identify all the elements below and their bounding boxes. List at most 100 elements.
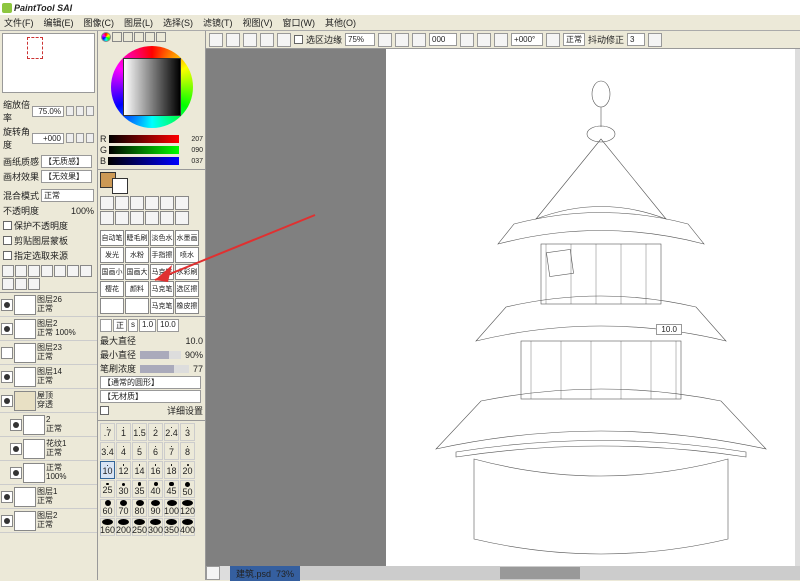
brush-tool-马克笔[interactable]: 马克笔	[150, 298, 174, 314]
brush-size-3.4[interactable]: 3.4	[100, 442, 115, 460]
brush-size-1.5[interactable]: 1.5	[132, 423, 147, 441]
canvas-scrollbar-v[interactable]	[795, 49, 800, 566]
brush-tool-睫毛刷[interactable]: 睫毛刷	[125, 230, 149, 246]
brush-size-70[interactable]: 70	[116, 499, 131, 517]
b-slider[interactable]	[108, 157, 179, 165]
brush-size-100[interactable]: 100	[164, 499, 179, 517]
brush-size-5[interactable]: 5	[132, 442, 147, 460]
brush-tool-手指擦[interactable]: 手指擦	[150, 247, 174, 263]
layer-visibility-icon[interactable]	[10, 443, 22, 455]
selection-source-checkbox[interactable]	[3, 251, 12, 260]
brush-tool-马克笔[interactable]: 马克笔	[150, 281, 174, 297]
zoom-input[interactable]	[32, 106, 64, 117]
brush-size-350[interactable]: 350	[164, 518, 179, 536]
brush-size-8[interactable]: 8	[180, 442, 195, 460]
brush-tool-樱花[interactable]: 樱花	[100, 281, 124, 297]
brush-edge-select[interactable]: 正	[113, 319, 127, 332]
rot-input[interactable]	[32, 133, 64, 144]
rot-reset-button[interactable]	[86, 133, 94, 143]
brush-size-18[interactable]: 18	[164, 461, 179, 479]
brush-aa-select[interactable]: s	[128, 319, 138, 332]
lasso-tool-icon[interactable]	[115, 196, 129, 210]
brush-size-120[interactable]: 120	[180, 499, 195, 517]
rgb-tab-icon[interactable]	[112, 32, 122, 42]
brush-tool-选区擦[interactable]: 选区擦	[175, 281, 199, 297]
layer-row[interactable]: 图层2正常	[0, 509, 97, 533]
brush-tool-橡皮擦[interactable]: 橡皮擦	[175, 298, 199, 314]
navigator-thumbnail[interactable]	[2, 33, 95, 93]
brush-tool-颜料[interactable]: 颜料	[125, 281, 149, 297]
layer-visibility-icon[interactable]	[10, 467, 22, 479]
brush-size-2.4[interactable]: 2.4	[164, 423, 179, 441]
brush-size-200[interactable]: 200	[116, 518, 131, 536]
layer-visibility-icon[interactable]	[1, 371, 13, 383]
scratchpad-tab-icon[interactable]	[156, 32, 166, 42]
layer-row[interactable]: 屋顶穿透	[0, 389, 97, 413]
zoom-tool-icon[interactable]	[160, 196, 174, 210]
layer-row[interactable]: 图层23正常	[0, 341, 97, 365]
menu-file[interactable]: 文件(F)	[4, 16, 34, 29]
bucket-tool-icon[interactable]	[130, 211, 144, 225]
brush-size-50[interactable]: 50	[180, 480, 195, 498]
brush-size-25[interactable]: 25	[100, 480, 115, 498]
menu-view[interactable]: 视图(V)	[243, 16, 273, 29]
rect-select-tool-icon[interactable]	[100, 196, 114, 210]
layer-row[interactable]: 图层2正常 100%	[0, 317, 97, 341]
brush-tool-淡色水[interactable]: 淡色水	[150, 230, 174, 246]
zoom-fit-button[interactable]	[412, 33, 426, 47]
blend-mode-select[interactable]: 正常	[41, 189, 94, 202]
canvas-paper[interactable]	[386, 49, 800, 569]
brush-size-14[interactable]: 14	[132, 461, 147, 479]
r-slider[interactable]	[109, 135, 180, 143]
legacy-pen-tool-icon[interactable]	[145, 211, 159, 225]
paper-material-select[interactable]: 【无效果】	[41, 170, 92, 183]
layer-visibility-icon[interactable]	[1, 347, 13, 359]
menu-image[interactable]: 图像(C)	[84, 16, 115, 29]
gray-tab-icon[interactable]	[134, 32, 144, 42]
brush-size-3[interactable]: 3	[180, 423, 195, 441]
density-slider[interactable]	[140, 365, 189, 373]
angle-input[interactable]	[429, 33, 457, 46]
angle2-input[interactable]	[511, 33, 543, 46]
clear-layer-icon[interactable]	[2, 278, 14, 290]
layer-visibility-icon[interactable]	[1, 515, 13, 527]
sel-opacity-input[interactable]	[345, 33, 375, 46]
brush-tool-喷水[interactable]: 喷水	[175, 247, 199, 263]
brush-tool-empty[interactable]	[125, 298, 149, 314]
new-folder-icon[interactable]	[28, 265, 40, 277]
move-up-icon[interactable]	[28, 278, 40, 290]
brush-size-1[interactable]: 1	[116, 423, 131, 441]
brush-size-250[interactable]: 250	[132, 518, 147, 536]
layer-row[interactable]: 正常100%	[0, 461, 97, 485]
bg-color-swatch[interactable]	[112, 178, 128, 194]
flip-h-button[interactable]	[546, 33, 560, 47]
brush-size-160[interactable]: 160	[100, 518, 115, 536]
brush-size-35[interactable]: 35	[132, 480, 147, 498]
brush-tool-国画小[interactable]: 国画小	[100, 264, 124, 280]
menu-filter[interactable]: 滤镜(T)	[203, 16, 233, 29]
rotate-tool-icon[interactable]	[175, 196, 189, 210]
brush-size-10[interactable]: 10	[100, 461, 115, 479]
doc-icon[interactable]	[206, 566, 220, 580]
hand-tool-icon[interactable]	[100, 211, 114, 225]
move-down-icon[interactable]	[15, 278, 27, 290]
new-layer-icon[interactable]	[2, 265, 14, 277]
brush-size-4[interactable]: 4	[116, 442, 131, 460]
layer-mask-icon[interactable]	[41, 265, 53, 277]
min-size-slider[interactable]	[140, 351, 181, 359]
layer-visibility-icon[interactable]	[1, 299, 13, 311]
brush-tool-发光[interactable]: 发光	[100, 247, 124, 263]
brush-tool-国画大[interactable]: 国画大	[125, 264, 149, 280]
rot-cw-button[interactable]	[477, 33, 491, 47]
layer-row[interactable]: 2正常	[0, 413, 97, 437]
layer-row[interactable]: 图层26正常	[0, 293, 97, 317]
rot-dec-button[interactable]	[66, 133, 74, 143]
menu-window[interactable]: 窗口(W)	[283, 16, 316, 29]
canvas-viewport[interactable]: 10.0	[206, 49, 800, 580]
brush-size-300[interactable]: 300	[148, 518, 163, 536]
canvas-scrollbar-h[interactable]	[300, 566, 800, 580]
redo-button[interactable]	[226, 33, 240, 47]
layer-visibility-icon[interactable]	[1, 395, 13, 407]
zoom-out-button[interactable]	[378, 33, 392, 47]
move-tool-icon[interactable]	[145, 196, 159, 210]
